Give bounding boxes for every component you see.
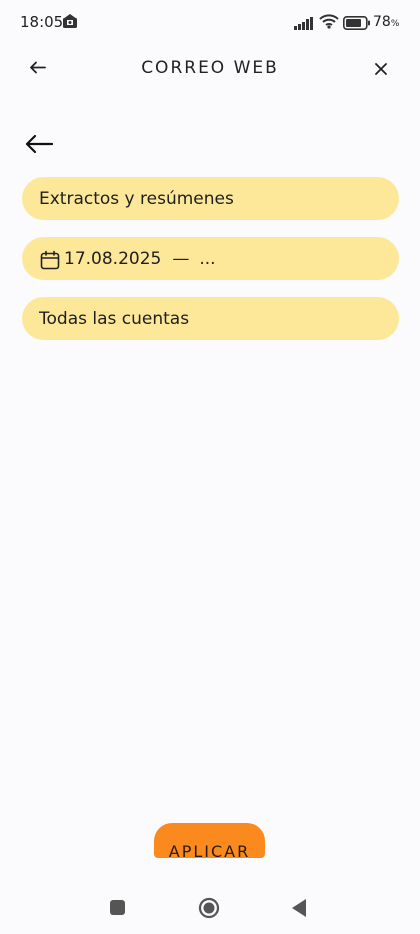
- date-to: ...: [199, 248, 216, 269]
- calendar-icon: [40, 250, 60, 270]
- page-title: CORREO WEB: [141, 58, 279, 78]
- nav-back-icon[interactable]: [291, 898, 307, 922]
- battery-icon: [343, 15, 371, 34]
- accounts-filter[interactable]: Todas las cuentas: [22, 297, 399, 340]
- signal-icon: [294, 15, 314, 34]
- battery-unit: %: [390, 19, 400, 29]
- notification-icon: [62, 13, 78, 33]
- apply-button[interactable]: APLICAR: [154, 823, 265, 858]
- status-time: 18:05: [20, 13, 64, 31]
- content-back-arrow-icon[interactable]: [24, 130, 56, 158]
- app-header: CORREO WEB: [0, 44, 420, 94]
- home-icon[interactable]: [198, 897, 220, 923]
- wifi-icon: [319, 14, 339, 33]
- date-from: 17.08.2025: [64, 248, 162, 269]
- document-type-filter[interactable]: Extractos y resúmenes: [22, 177, 399, 220]
- system-nav-bar: [0, 880, 420, 934]
- date-range-filter[interactable]: 17.08.2025 — ...: [22, 237, 399, 280]
- battery-level: 78: [373, 14, 391, 30]
- status-bar: 18:05 78%: [0, 0, 420, 44]
- apply-button-label: APLICAR: [168, 842, 251, 858]
- accounts-label: Todas las cuentas: [39, 308, 190, 329]
- battery-percentage: 78%: [373, 14, 399, 30]
- document-type-label: Extractos y resúmenes: [39, 188, 234, 209]
- recent-apps-icon[interactable]: [110, 900, 125, 915]
- screen: 18:05 78% CORREO WEB Extractos y resúmen…: [0, 0, 420, 934]
- date-separator: —: [172, 248, 190, 269]
- close-icon[interactable]: [370, 58, 392, 80]
